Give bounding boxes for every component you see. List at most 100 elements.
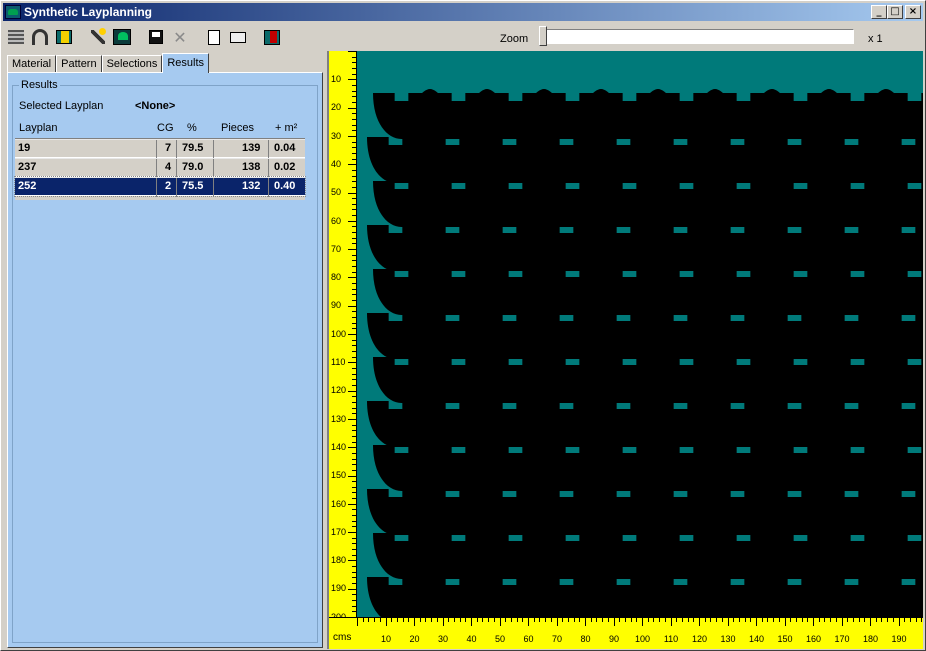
ruler-tick bbox=[348, 164, 356, 166]
ruler-tick bbox=[348, 390, 356, 392]
ruler-tick bbox=[493, 618, 495, 622]
col-header-pieces[interactable]: Pieces bbox=[221, 122, 254, 134]
ruler-tick bbox=[348, 475, 356, 477]
layplan-field[interactable] bbox=[357, 51, 923, 617]
table-row[interactable]: 237 4 79.0 138 0.02 bbox=[15, 158, 305, 178]
ruler-tick bbox=[352, 181, 356, 183]
ruler-tick bbox=[909, 618, 911, 622]
save-icon bbox=[149, 30, 163, 44]
ruler-tick bbox=[352, 401, 356, 403]
ruler-tick bbox=[596, 618, 598, 622]
print-button[interactable] bbox=[227, 26, 249, 48]
horizontal-tick-label: 30 bbox=[437, 634, 449, 644]
ruler-tick bbox=[379, 618, 381, 622]
tab-selections[interactable]: Selections bbox=[101, 55, 163, 73]
ruler-tick bbox=[352, 594, 356, 596]
pattern-tool-button[interactable] bbox=[111, 26, 133, 48]
horizontal-tick-label: 180 bbox=[862, 634, 879, 644]
delete-button[interactable]: ✕ bbox=[169, 26, 191, 48]
app-icon bbox=[5, 5, 21, 19]
ruler-tick bbox=[348, 305, 356, 307]
vertical-tick-label: 170 bbox=[331, 526, 347, 537]
ruler-tick bbox=[348, 588, 356, 590]
ruler-tick bbox=[733, 618, 735, 622]
vertical-tick-label: 160 bbox=[331, 498, 347, 509]
ruler-tick bbox=[852, 618, 854, 622]
zoom-slider-thumb[interactable] bbox=[539, 26, 547, 46]
ruler-tick bbox=[352, 424, 356, 426]
ruler-tick bbox=[898, 618, 900, 626]
ruler-tick bbox=[352, 175, 356, 177]
ruler-tick bbox=[352, 226, 356, 228]
tab-material[interactable]: Material bbox=[7, 55, 57, 73]
ruler-tick bbox=[352, 509, 356, 511]
ruler-tick bbox=[482, 618, 484, 622]
tab-pattern[interactable]: Pattern bbox=[56, 55, 102, 73]
ruler-tick bbox=[352, 101, 356, 103]
horizontal-ruler: cms 10 20 30 40 50 60 70 80 90 100 110 120 130 140 150… bbox=[329, 617, 923, 649]
table-row[interactable]: 19 7 79.5 139 0.04 bbox=[15, 139, 305, 159]
wand-tool-button[interactable] bbox=[87, 26, 109, 48]
col-header-percent[interactable]: % bbox=[187, 122, 197, 134]
ruler-tick bbox=[567, 618, 569, 622]
ruler-tick bbox=[352, 113, 356, 115]
ruler-tick bbox=[795, 618, 797, 622]
ruler-tick bbox=[348, 220, 356, 222]
vertical-tick-label: 30 bbox=[331, 130, 342, 141]
col-header-cg[interactable]: CG bbox=[157, 122, 174, 134]
cell-percent: 79.5 bbox=[182, 142, 204, 154]
ruler-tick bbox=[756, 618, 757, 626]
ruler-tick bbox=[352, 237, 356, 239]
table-row[interactable]: 252 2 75.5 132 0.40 bbox=[14, 176, 306, 197]
ruler-tick bbox=[847, 618, 849, 622]
curve-tool-button[interactable] bbox=[29, 26, 51, 48]
ruler-tick bbox=[522, 618, 524, 622]
ruler-tick bbox=[818, 618, 820, 622]
results-page: Results Selected Layplan <None> Layplan … bbox=[7, 72, 323, 648]
ruler-tick bbox=[352, 356, 356, 358]
save-button[interactable] bbox=[145, 26, 167, 48]
ruler-tick bbox=[687, 618, 689, 622]
ruler-tick bbox=[528, 618, 529, 626]
col-header-m2[interactable]: + m² bbox=[275, 122, 297, 134]
zoom-slider-track[interactable] bbox=[540, 29, 854, 44]
ruler-tick bbox=[670, 618, 672, 626]
selected-layplan-label: Selected Layplan bbox=[19, 100, 104, 112]
grid-tool-button[interactable] bbox=[5, 26, 27, 48]
minimize-button[interactable]: _ bbox=[871, 5, 887, 19]
ruler-tick bbox=[348, 334, 356, 335]
ruler-tick bbox=[352, 141, 356, 143]
help-button[interactable] bbox=[261, 26, 283, 48]
ruler-tick bbox=[545, 618, 547, 622]
ruler-tick bbox=[619, 618, 621, 622]
ruler-tick bbox=[352, 260, 356, 262]
ruler-tick bbox=[352, 169, 356, 171]
horizontal-tick-label: 70 bbox=[551, 634, 563, 644]
ruler-tick bbox=[396, 618, 398, 622]
zoom-label: Zoom bbox=[500, 33, 529, 45]
app-window: Synthetic Layplanning _ □ × ✕ Zoom x 1 M… bbox=[0, 0, 926, 651]
ruler-tick bbox=[348, 418, 356, 420]
book-tool-button[interactable] bbox=[53, 26, 75, 48]
ruler-tick bbox=[348, 79, 356, 81]
horizontal-tick-label: 150 bbox=[777, 634, 793, 644]
ruler-tick bbox=[348, 447, 356, 449]
maximize-button[interactable]: □ bbox=[887, 5, 903, 19]
cell-pieces: 138 bbox=[242, 161, 261, 173]
ruler-tick bbox=[471, 618, 472, 626]
horizontal-tick-label: 20 bbox=[409, 634, 420, 644]
layplan-canvas[interactable]: 10 20 30 40 50 60 70 80 90 100 110 120 130 140 150 160 1… bbox=[327, 51, 923, 649]
ruler-tick bbox=[357, 618, 358, 626]
close-button[interactable]: × bbox=[905, 5, 921, 19]
ruler-tick bbox=[550, 618, 552, 622]
vertical-tick-label: 80 bbox=[331, 272, 342, 283]
ruler-tick bbox=[352, 56, 356, 58]
grid-icon bbox=[8, 30, 24, 44]
tab-results[interactable]: Results bbox=[162, 53, 210, 73]
print-preview-button[interactable] bbox=[203, 26, 225, 48]
ruler-tick bbox=[352, 311, 356, 313]
title-bar[interactable]: Synthetic Layplanning _ □ × bbox=[3, 3, 923, 21]
col-header-layplan[interactable]: Layplan bbox=[19, 122, 58, 134]
ruler-tick bbox=[510, 618, 512, 622]
ruler-tick bbox=[352, 118, 356, 120]
